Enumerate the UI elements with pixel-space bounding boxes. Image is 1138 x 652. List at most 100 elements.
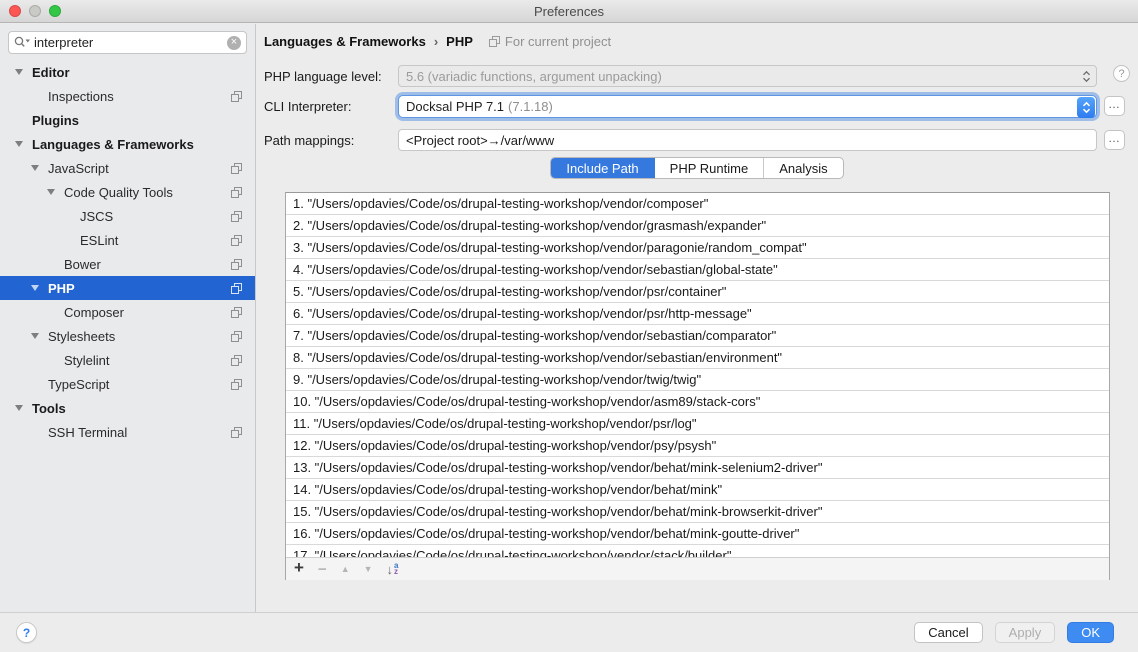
sidebar-item-plugins[interactable]: Plugins bbox=[0, 108, 255, 132]
php-language-level-label: PHP language level: bbox=[264, 69, 382, 84]
ok-button[interactable]: OK bbox=[1067, 622, 1114, 643]
zoom-window-icon[interactable] bbox=[49, 5, 61, 17]
sidebar-item-label: Stylelint bbox=[64, 353, 110, 368]
include-path-row[interactable]: 7. "/Users/opdavies/Code/os/drupal-testi… bbox=[286, 325, 1109, 347]
expand-arrow-icon[interactable] bbox=[28, 333, 48, 339]
sidebar-item-composer[interactable]: Composer bbox=[0, 300, 255, 324]
include-path-row[interactable]: 14. "/Users/opdavies/Code/os/drupal-test… bbox=[286, 479, 1109, 501]
cli-interpreter-combobox[interactable]: Docksal PHP 7.1 (7.1.18) bbox=[398, 95, 1097, 118]
sidebar-item-stylelint[interactable]: Stylelint bbox=[0, 348, 255, 372]
move-up-button: ▲ bbox=[341, 564, 350, 574]
path-mappings-label: Path mappings: bbox=[264, 133, 354, 148]
duplicate-icon bbox=[231, 235, 242, 246]
sidebar-item-code-quality-tools[interactable]: Code Quality Tools bbox=[0, 180, 255, 204]
include-path-row[interactable]: 4. "/Users/opdavies/Code/os/drupal-testi… bbox=[286, 259, 1109, 281]
expand-arrow-icon[interactable] bbox=[28, 285, 48, 291]
settings-search-box[interactable]: × bbox=[8, 31, 247, 54]
duplicate-icon bbox=[231, 91, 242, 102]
settings-tree: Editor Inspections PluginsLanguages & Fram… bbox=[0, 60, 255, 444]
sidebar-item-inspections[interactable]: Inspections bbox=[0, 84, 255, 108]
tab-analysis[interactable]: Analysis bbox=[764, 158, 842, 178]
sidebar-item-tools[interactable]: Tools bbox=[0, 396, 255, 420]
cli-interpreter-value: Docksal PHP 7.1 bbox=[406, 99, 504, 114]
path-mappings-field[interactable]: <Project root>→/var/www bbox=[398, 129, 1097, 151]
sidebar-item-label: Code Quality Tools bbox=[64, 185, 173, 200]
cli-interpreter-version: (7.1.18) bbox=[508, 99, 553, 114]
browse-interpreters-button[interactable]: … bbox=[1104, 96, 1125, 116]
clear-search-icon[interactable]: × bbox=[227, 36, 241, 50]
duplicate-icon bbox=[231, 307, 242, 318]
browse-mappings-button[interactable]: … bbox=[1104, 130, 1125, 150]
sidebar-item-label: JSCS bbox=[80, 209, 113, 224]
add-button[interactable]: + bbox=[294, 558, 304, 578]
include-path-row[interactable]: 15. "/Users/opdavies/Code/os/drupal-test… bbox=[286, 501, 1109, 523]
sidebar-item-bower[interactable]: Bower bbox=[0, 252, 255, 276]
cancel-button[interactable]: Cancel bbox=[914, 622, 982, 643]
sidebar-item-label: Tools bbox=[32, 401, 66, 416]
duplicate-icon bbox=[231, 163, 242, 174]
tab-php-runtime[interactable]: PHP Runtime bbox=[655, 158, 765, 178]
sidebar-item-javascript[interactable]: JavaScript bbox=[0, 156, 255, 180]
include-path-row[interactable]: 12. "/Users/opdavies/Code/os/drupal-test… bbox=[286, 435, 1109, 457]
sidebar-item-label: Composer bbox=[64, 305, 124, 320]
include-path-row[interactable]: 10. "/Users/opdavies/Code/os/drupal-test… bbox=[286, 391, 1109, 413]
move-down-button: ▼ bbox=[364, 564, 373, 574]
include-path-row[interactable]: 1. "/Users/opdavies/Code/os/drupal-testi… bbox=[286, 193, 1109, 215]
duplicate-icon bbox=[231, 187, 242, 198]
sidebar-item-label: ESLint bbox=[80, 233, 118, 248]
settings-sidebar: × Editor Inspections PluginsLanguages & Fr… bbox=[0, 24, 256, 612]
sidebar-item-languages-frameworks[interactable]: Languages & Frameworks bbox=[0, 132, 255, 156]
search-input[interactable] bbox=[34, 35, 227, 50]
search-icon[interactable] bbox=[14, 36, 31, 49]
include-path-row[interactable]: 6. "/Users/opdavies/Code/os/drupal-testi… bbox=[286, 303, 1109, 325]
sidebar-item-editor[interactable]: Editor bbox=[0, 60, 255, 84]
breadcrumb-separator-icon: › bbox=[434, 34, 438, 49]
include-path-row[interactable]: 2. "/Users/opdavies/Code/os/drupal-testi… bbox=[286, 215, 1109, 237]
include-path-row[interactable]: 8. "/Users/opdavies/Code/os/drupal-testi… bbox=[286, 347, 1109, 369]
combo-stepper-icon[interactable] bbox=[1077, 97, 1095, 118]
include-path-row[interactable]: 9. "/Users/opdavies/Code/os/drupal-testi… bbox=[286, 369, 1109, 391]
sidebar-item-label: Editor bbox=[32, 65, 70, 80]
expand-arrow-icon[interactable] bbox=[12, 69, 32, 75]
include-path-row[interactable]: 11. "/Users/opdavies/Code/os/drupal-test… bbox=[286, 413, 1109, 435]
sort-alphabetically-button[interactable]: ↓az bbox=[387, 562, 399, 577]
expand-arrow-icon[interactable] bbox=[12, 405, 32, 411]
context-help-icon[interactable]: ? bbox=[1113, 65, 1130, 82]
current-project-icon bbox=[489, 36, 500, 47]
include-path-row[interactable]: 5. "/Users/opdavies/Code/os/drupal-testi… bbox=[286, 281, 1109, 303]
expand-arrow-icon[interactable] bbox=[44, 189, 64, 195]
sidebar-item-jscs[interactable]: JSCS bbox=[0, 204, 255, 228]
php-language-level-select: 5.6 (variadic functions, argument unpack… bbox=[398, 65, 1097, 87]
sidebar-item-stylesheets[interactable]: Stylesheets bbox=[0, 324, 255, 348]
remove-button: − bbox=[318, 561, 327, 578]
breadcrumb-parent[interactable]: Languages & Frameworks bbox=[264, 34, 426, 49]
sidebar-item-label: Inspections bbox=[48, 89, 114, 104]
sidebar-item-label: JavaScript bbox=[48, 161, 109, 176]
include-path-row[interactable]: 16. "/Users/opdavies/Code/os/drupal-test… bbox=[286, 523, 1109, 545]
minimize-window-icon[interactable] bbox=[29, 5, 41, 17]
sidebar-item-typescript[interactable]: TypeScript bbox=[0, 372, 255, 396]
sidebar-item-eslint[interactable]: ESLint bbox=[0, 228, 255, 252]
close-window-icon[interactable] bbox=[9, 5, 21, 17]
tab-include-path[interactable]: Include Path bbox=[551, 158, 654, 178]
sidebar-item-ssh-terminal[interactable]: SSH Terminal bbox=[0, 420, 255, 444]
include-path-panel: 1. "/Users/opdavies/Code/os/drupal-testi… bbox=[285, 192, 1110, 580]
expand-arrow-icon[interactable] bbox=[28, 165, 48, 171]
duplicate-icon bbox=[231, 355, 242, 366]
window-title: Preferences bbox=[534, 4, 604, 19]
duplicate-icon bbox=[231, 331, 242, 342]
sidebar-item-label: Bower bbox=[64, 257, 101, 272]
include-path-row[interactable]: 13. "/Users/opdavies/Code/os/drupal-test… bbox=[286, 457, 1109, 479]
scope-indicator: For current project bbox=[489, 34, 611, 49]
sidebar-item-php[interactable]: PHP bbox=[0, 276, 255, 300]
help-button[interactable]: ? bbox=[16, 622, 37, 643]
duplicate-icon bbox=[231, 283, 242, 294]
include-path-row[interactable]: 17. "/Users/opdavies/Code/os/drupal-test… bbox=[286, 545, 1109, 557]
sort-arrow-icon: ↓ bbox=[387, 562, 394, 577]
include-path-list[interactable]: 1. "/Users/opdavies/Code/os/drupal-testi… bbox=[286, 193, 1109, 557]
dialog-footer: ? Cancel Apply OK bbox=[0, 612, 1138, 652]
expand-arrow-icon[interactable] bbox=[12, 141, 32, 147]
duplicate-icon bbox=[231, 211, 242, 222]
tab-bar-container: Include PathPHP RuntimeAnalysis bbox=[256, 157, 1138, 179]
include-path-row[interactable]: 3. "/Users/opdavies/Code/os/drupal-testi… bbox=[286, 237, 1109, 259]
